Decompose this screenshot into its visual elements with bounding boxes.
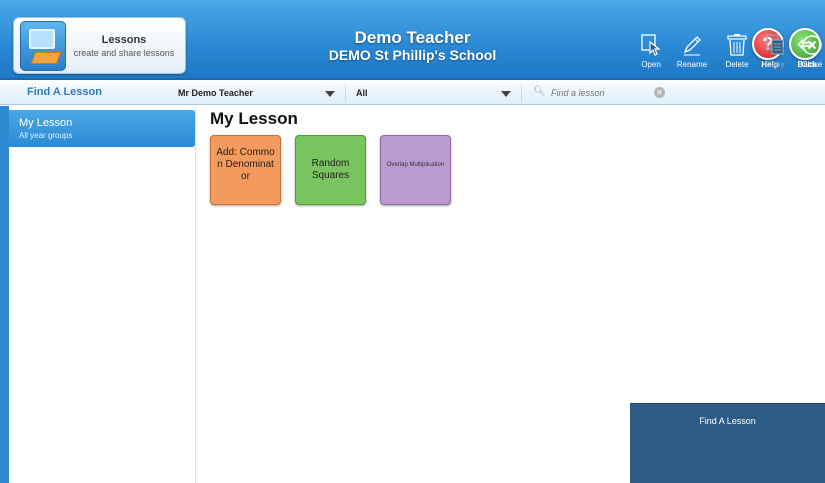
rename-button[interactable]: Rename: [675, 33, 709, 73]
search-input[interactable]: [551, 86, 651, 100]
rename-label: Rename: [676, 60, 708, 69]
clear-search-icon[interactable]: ✕: [654, 87, 665, 98]
copy-icon: [766, 34, 784, 55]
teacher-select[interactable]: Mr Demo Teacher: [174, 85, 346, 102]
find-lesson-label: Find A Lesson: [27, 86, 102, 98]
lesson-tile-label: Random Squares: [311, 158, 350, 181]
action-panel: Find A Lesson: [630, 403, 825, 483]
action-panel-title: Find A Lesson: [699, 416, 756, 426]
close-button[interactable]: Close: [795, 33, 825, 73]
open-button[interactable]: Open: [634, 33, 668, 73]
sidebar-item-my-lesson[interactable]: My Lesson All year groups: [9, 110, 195, 147]
chevron-down-icon: [325, 91, 335, 97]
delete-button[interactable]: Delete: [720, 33, 754, 73]
open-label: Open: [641, 60, 661, 69]
year-group-select[interactable]: All: [352, 85, 522, 102]
left-accent-strip: [0, 106, 9, 483]
lesson-tile[interactable]: Add: Common Denominator: [210, 135, 281, 205]
lesson-tile[interactable]: Overlap Multiplication: [380, 135, 451, 205]
year-group-select-value: All: [356, 88, 368, 98]
lesson-tile-label: Overlap Multiplication: [386, 162, 445, 168]
lesson-tile-label: Add: Common Denominator: [216, 147, 275, 182]
hand-pointer-icon: [641, 34, 661, 56]
search-box: 🔍︎ ✕: [529, 86, 669, 101]
copy-button[interactable]: Copy: [758, 33, 792, 73]
sidebar-item-sublabel: All year groups: [19, 131, 73, 140]
teacher-select-value: Mr Demo Teacher: [178, 88, 253, 98]
chevron-down-icon: [501, 91, 511, 97]
close-circle-icon: [802, 35, 822, 55]
lessons-app: Lessons create and share lessons Demo Te…: [0, 0, 825, 483]
pencil-icon: [683, 36, 701, 56]
sidebar: [9, 106, 196, 483]
search-icon: 🔍︎: [533, 86, 546, 97]
filter-toolbar: Find A Lesson Mr Demo Teacher All 🔍︎ ✕: [0, 82, 825, 105]
page-title: My Lesson: [210, 109, 298, 128]
trash-icon: [727, 34, 747, 56]
sidebar-item-label: My Lesson: [19, 117, 73, 129]
close-label: Close: [801, 60, 823, 69]
lesson-tile[interactable]: Random Squares: [295, 135, 366, 205]
